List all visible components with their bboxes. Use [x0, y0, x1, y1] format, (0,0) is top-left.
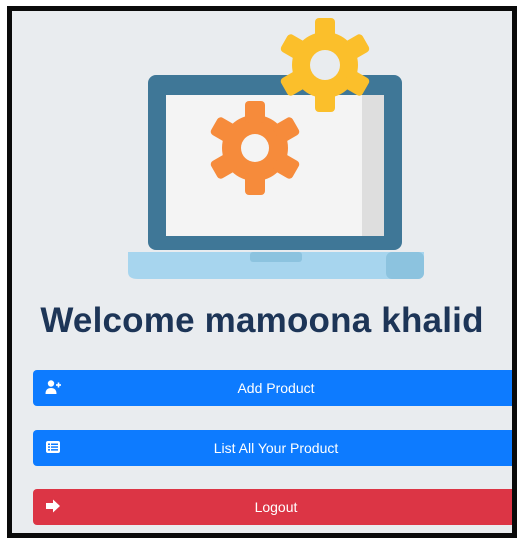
list-products-label: List All Your Product	[213, 440, 339, 456]
app-frame: Welcome mamoona khalid Add Product List …	[7, 6, 517, 538]
sign-out-icon	[46, 499, 60, 513]
logout-label: Logout	[254, 499, 298, 515]
add-product-label: Add Product	[237, 380, 315, 396]
welcome-heading: Welcome mamoona khalid	[40, 301, 484, 340]
laptop-gears-illustration	[128, 18, 424, 279]
logout-button[interactable]: Logout	[33, 489, 512, 525]
list-icon	[46, 441, 60, 453]
add-product-button[interactable]: Add Product	[33, 370, 512, 406]
user-plus-icon	[45, 380, 61, 394]
list-products-button[interactable]: List All Your Product	[33, 430, 512, 466]
